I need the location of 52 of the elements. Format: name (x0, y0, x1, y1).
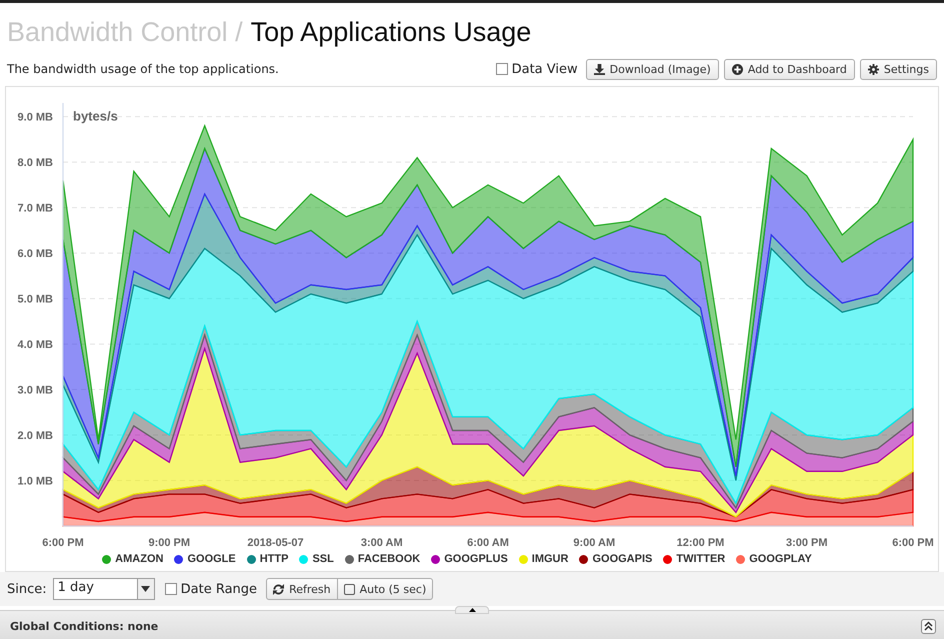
y-axis-label: 5.0 MB (18, 294, 53, 306)
caret-icon (141, 586, 150, 592)
x-axis-label: 9:00 PM (148, 537, 190, 549)
conditions-label: Global Conditions: none (10, 620, 158, 632)
y-axis-label: 6.0 MB (18, 248, 53, 260)
x-axis-label: 12:00 PM (676, 537, 724, 549)
auto-refresh-toggle[interactable]: Auto (5 sec) (338, 578, 434, 600)
legend-label[interactable]: IMGUR (532, 553, 568, 565)
refresh-button[interactable]: Refresh (266, 578, 338, 600)
legend-label[interactable]: GOOGLE (187, 553, 236, 565)
caret-up-icon (468, 608, 476, 612)
date-range-label: Date Range (180, 582, 258, 596)
legend-label[interactable]: GOOGPLAY (749, 553, 812, 565)
legend-label[interactable]: SSL (312, 553, 334, 565)
y-axis-label: 1.0 MB (18, 476, 53, 488)
settings-button[interactable]: Settings (860, 58, 937, 80)
y-axis-label: 3.0 MB (18, 384, 53, 397)
x-axis-label: 6:00 PM (42, 537, 84, 549)
y-axis-label: 9.0 MB (18, 112, 53, 124)
data-view-label: Data View (512, 62, 578, 76)
y-axis-label: 7.0 MB (18, 202, 53, 215)
data-view-checkbox[interactable] (496, 63, 508, 75)
y-axis-label: 4.0 MB (18, 339, 53, 352)
page-description: The bandwidth usage of the top applications. (7, 62, 279, 76)
plus-circle-icon (732, 64, 743, 74)
legend-label[interactable]: TWITTER (676, 553, 726, 565)
expand-button[interactable] (921, 618, 936, 634)
y-axis-label: 8.0 MB (18, 157, 53, 170)
x-axis-label: 9:00 AM (573, 537, 616, 549)
add-button[interactable]: Add to Dashboard (724, 58, 855, 80)
refresh-icon (273, 584, 284, 594)
since-label: Since: (7, 582, 47, 596)
download-button[interactable]: Download (Image) (586, 58, 719, 80)
since-dropdown[interactable]: 1 day (52, 578, 155, 600)
x-axis-label: 2018-05-07 (247, 537, 304, 549)
x-axis-label: 3:00 AM (360, 537, 403, 549)
legend-label[interactable]: GOOGAPIS (592, 553, 652, 565)
legend-label[interactable]: HTTP (260, 553, 288, 565)
y-axis-label: 2.0 MB (18, 430, 53, 442)
collapse-handle[interactable] (455, 606, 489, 614)
date-range-checkbox[interactable] (164, 583, 177, 595)
double-chevron-up-icon (924, 621, 933, 631)
x-axis-label: 6:00 PM (892, 537, 934, 549)
download-icon (594, 64, 605, 74)
x-axis-label: 3:00 PM (786, 537, 828, 549)
y-axis-title: bytes/s (73, 108, 118, 124)
legend-label[interactable]: FACEBOOK (358, 553, 420, 565)
page-title: Top Applications Usage (250, 16, 532, 48)
x-axis-label: 6:00 AM (467, 537, 509, 549)
settings-icon (868, 64, 879, 74)
legend-label[interactable]: GOOGPLUS (444, 553, 508, 565)
legend-label[interactable]: AMAZON (115, 553, 164, 565)
